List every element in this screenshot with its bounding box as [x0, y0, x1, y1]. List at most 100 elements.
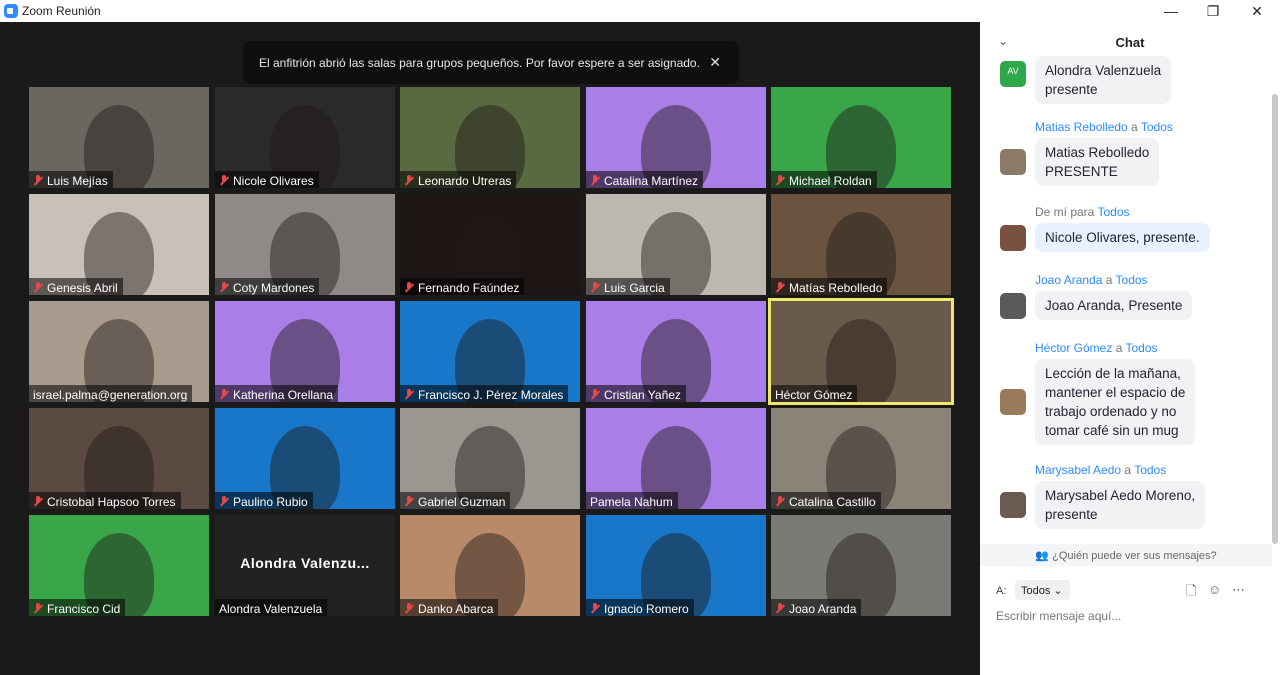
participant-name: Fernando Faúndez [418, 280, 520, 295]
participant-tile[interactable]: Katherina Orellana [215, 301, 395, 402]
message-bubble: Lección de la mañana, mantener el espacio… [1035, 359, 1196, 445]
message-sender-line: De mí para Todos [1035, 205, 1130, 219]
participant-name: Michael Roldan [789, 173, 872, 188]
participant-name: Joao Aranda [789, 601, 857, 616]
participant-name-label: Francisco Cid [29, 599, 126, 616]
file-icon[interactable]: 🗋 [1186, 582, 1196, 604]
message-sender-line: Marysabel Aedo a Todos [1035, 463, 1166, 477]
mic-muted-icon [775, 602, 785, 615]
participant-name: Pamela Nahum [590, 494, 673, 509]
participant-tile[interactable]: Joao Aranda [771, 515, 951, 616]
participant-name-label: Alondra Valenzuela [215, 599, 328, 616]
participant-name: Gabriel Guzman [418, 494, 506, 509]
close-notice-button[interactable]: ✕ [709, 54, 721, 71]
window-title: Zoom Reunión [22, 4, 101, 18]
participant-name-label: Joao Aranda [771, 599, 862, 616]
message-sender-line: Héctor Gómez a Todos [1035, 341, 1158, 355]
participant-tile[interactable]: Genesis Abril [29, 194, 209, 295]
participant-tile[interactable]: Danko Abarca [400, 515, 580, 616]
message-connector: a [1102, 273, 1116, 287]
participant-name-label: Luis Mejías [29, 171, 113, 188]
participant-tile[interactable]: Luis Mejías [29, 87, 209, 188]
participant-name: Ignacio Romero [604, 601, 689, 616]
zoom-logo-icon [4, 4, 18, 18]
participant-tile[interactable]: Fernando Faúndez [400, 194, 580, 295]
participant-tile[interactable]: Héctor Gómez [768, 298, 954, 405]
participant-name: israel.palma@generation.org [33, 387, 188, 402]
participant-tile[interactable]: Leonardo Utreras [400, 87, 580, 188]
emoji-icon[interactable]: ☺ [1208, 582, 1221, 597]
message-bubble: Matias Rebolledo PRESENTE [1035, 138, 1160, 186]
participant-name: Francisco Cid [47, 601, 121, 616]
more-icon[interactable]: ⋯ [1232, 582, 1245, 598]
mic-muted-icon [590, 602, 600, 615]
participant-tile[interactable]: israel.palma@generation.org [29, 301, 209, 402]
participant-tile[interactable]: Catalina Castillo [771, 408, 951, 509]
restore-button[interactable]: ❐ [1192, 0, 1234, 22]
close-window-button[interactable]: ✕ [1236, 0, 1278, 22]
participant-tile[interactable]: Coty Mardones [215, 194, 395, 295]
participant-tile[interactable]: Alondra Valenzu... Alondra Valenzuela [215, 515, 395, 616]
chat-input[interactable]: Escribir mensaje aquí... [996, 609, 1256, 629]
chat-title: Chat [1115, 35, 1145, 50]
minimize-button[interactable]: — [1150, 0, 1192, 22]
participant-name-label: Cristobal Hapsoo Torres [29, 492, 181, 509]
message-bubble: Joao Aranda, Presente [1035, 291, 1193, 320]
mic-muted-icon [404, 388, 414, 401]
participant-tile[interactable]: Catalina Martínez [586, 87, 766, 188]
participant-name-label: Matías Rebolledo [771, 278, 888, 295]
participant-tile[interactable]: Francisco J. Pérez Morales [400, 301, 580, 402]
participant-tile[interactable]: Nicole Olivares [215, 87, 395, 188]
sender-avatar [1000, 492, 1026, 518]
participant-name: Danko Abarca [418, 601, 494, 616]
participant-tile[interactable]: Michael Roldan [771, 87, 951, 188]
participant-name-label: Pamela Nahum [586, 492, 678, 509]
message-recipient: Todos [1097, 205, 1130, 219]
message-connector: a [1121, 463, 1135, 477]
participant-name-label: Catalina Castillo [771, 492, 881, 509]
participant-name-label: Francisco J. Pérez Morales [400, 385, 569, 402]
participant-name: Alondra Valenzuela [219, 601, 323, 616]
participant-name-label: Michael Roldan [771, 171, 877, 188]
participant-name-label: Nicole Olivares [215, 171, 319, 188]
participant-tile[interactable]: Pamela Nahum [586, 408, 766, 509]
message-connector: a [1112, 341, 1126, 355]
participant-name-label: Ignacio Romero [586, 599, 694, 616]
recipient-select[interactable]: Todos ⌄ [1015, 580, 1070, 600]
participant-name-label: Cristian Yañez [586, 385, 686, 402]
recipient-value: Todos [1021, 585, 1051, 597]
message-sender-line: Joao Aranda a Todos [1035, 273, 1148, 287]
participant-tile[interactable]: Matías Rebolledo [771, 194, 951, 295]
mic-muted-icon [33, 602, 43, 615]
participant-tile[interactable]: Gabriel Guzman [400, 408, 580, 509]
participant-name: Héctor Gómez [775, 387, 853, 402]
mic-muted-icon [775, 495, 785, 508]
participant-name: Luis Mejías [47, 173, 108, 188]
participant-tile[interactable]: Paulino Rubio [215, 408, 395, 509]
participant-tile[interactable]: Cristobal Hapsoo Torres [29, 408, 209, 509]
participant-name: Matías Rebolledo [789, 280, 883, 295]
participant-name: Coty Mardones [233, 280, 315, 295]
chat-panel: ⌄ Chat AV Alondra Valenzuela presente Matia… [980, 22, 1280, 675]
sender-avatar [1000, 292, 1026, 319]
message-sender: De mí para [1035, 205, 1095, 219]
participant-name: Katherina Orellana [233, 387, 334, 402]
who-can-see-text: ¿Quién puede ver sus mensajes? [1052, 550, 1217, 562]
participant-tile[interactable]: Luis Garcia [586, 194, 766, 295]
message-sender: Héctor Gómez [1035, 341, 1113, 355]
participant-name-label: Paulino Rubio [215, 492, 313, 509]
participant-tile[interactable]: Francisco Cid [29, 515, 209, 616]
message-recipient: Todos [1134, 463, 1167, 477]
breakout-notice: El anfitrión abrió las salas para grupos… [243, 41, 739, 84]
participant-name-label: Luis Garcia [586, 278, 670, 295]
chat-scrollbar[interactable] [1272, 94, 1278, 544]
participant-tile[interactable]: Ignacio Romero [586, 515, 766, 616]
sender-avatar [1000, 389, 1026, 415]
participant-tile[interactable]: Cristian Yañez [586, 301, 766, 402]
participant-name: Nicole Olivares [233, 173, 314, 188]
participant-name-label: Coty Mardones [215, 278, 320, 295]
mic-muted-icon [590, 174, 600, 187]
participant-name-label: Catalina Martínez [586, 171, 704, 188]
mic-muted-icon [775, 174, 785, 187]
who-can-see-link[interactable]: 👥 ¿Quién puede ver sus mensajes? [980, 544, 1272, 566]
